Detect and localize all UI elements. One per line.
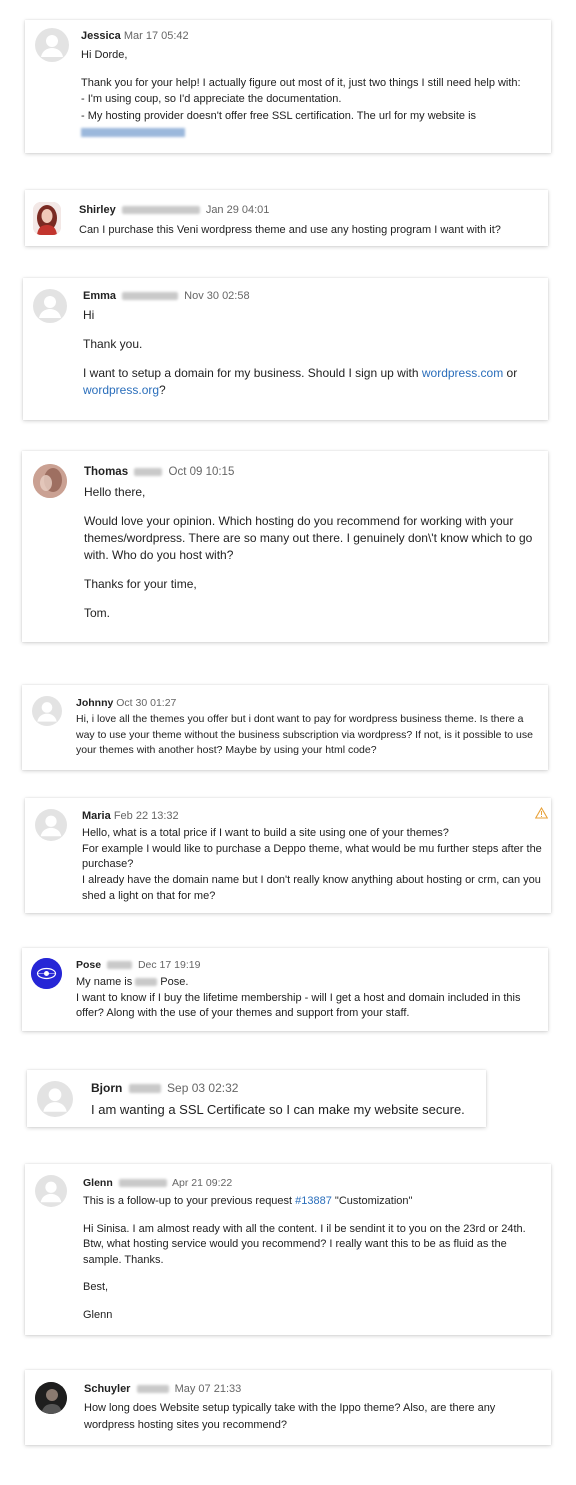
avatar [31,958,62,989]
sender-name: Bjorn [91,1081,123,1095]
message-body: Can I purchase this Veni wordpress theme… [79,224,501,236]
message-card-maria: Maria Feb 22 13:32 Hello, what is a tota… [25,798,551,913]
redacted-name [135,978,158,987]
wordpress-org-link[interactable]: wordpress.org [83,383,159,397]
request-link[interactable]: #13887 [295,1195,332,1207]
redacted-surname [136,1385,169,1394]
sender-name: Glenn [83,1177,113,1189]
message-body: Hi, i love all the themes you offer but … [76,713,533,756]
message-date: Sep 03 02:32 [167,1081,239,1095]
message-card-jessica: Jessica Mar 17 05:42 Hi Dorde, Thank you… [25,20,551,153]
person-icon [33,289,67,323]
message-body: Hello there, Would love your opinion. Wh… [84,485,533,620]
redacted-surname [122,292,179,301]
message-header: Thomas Oct 09 10:15 [84,466,234,478]
sender-name: Schuyler [84,1383,131,1395]
message-header: Jessica Mar 17 05:42 [81,30,189,42]
person-icon [35,809,67,841]
message-body: My name is Pose. I want to know if I buy … [76,976,521,1019]
redacted-surname [134,467,163,476]
warning-triangle-icon[interactable] [535,807,548,819]
wordpress-com-link[interactable]: wordpress.com [422,366,503,380]
sender-name: Johnny [76,697,114,709]
avatar [33,202,61,235]
person-icon [37,1081,73,1117]
redacted-surname [118,1179,167,1188]
message-header: Bjorn Sep 03 02:32 [91,1081,238,1095]
avatar [33,464,67,498]
sender-name: Jessica [81,30,121,42]
message-header: Schuyler May 07 21:33 [84,1383,241,1395]
message-card-thomas: Thomas Oct 09 10:15 Hello there, Would l… [22,451,548,642]
person-icon [35,28,69,62]
person-icon [32,696,62,726]
message-card-pose: Pose Dec 17 19:19 My name is Pose. I want… [22,948,548,1031]
message-body: I am wanting a SSL Certificate so I can … [91,1102,465,1117]
message-date: Jan 29 04:01 [205,204,270,216]
sender-name: Pose [76,959,102,971]
message-header: Shirley Jan 29 04:01 [79,204,269,216]
message-card-johnny: Johnny Oct 30 01:27 Hi, i love all the t… [22,685,548,770]
message-body: How long does Website setup typically ta… [84,1402,496,1431]
message-header: Johnny Oct 30 01:27 [76,697,176,709]
message-date: Feb 22 13:32 [113,810,179,822]
message-header: Pose Dec 17 19:19 [76,959,200,971]
sender-name: Thomas [84,466,129,478]
message-header: Maria Feb 22 13:32 [82,810,179,822]
message-date: Mar 17 05:42 [123,30,189,42]
message-date: May 07 21:33 [174,1383,242,1395]
sender-name: Maria [82,810,111,822]
message-date: Oct 09 10:15 [168,466,235,478]
redacted-url-link[interactable] [81,127,185,137]
message-body: Hello, what is a total price if I want t… [82,827,542,902]
message-header: Glenn Apr 21 09:22 [83,1177,232,1189]
message-date: Dec 17 19:19 [137,959,201,971]
sender-name: Emma [83,290,117,302]
message-card-glenn: Glenn Apr 21 09:22 This is a follow-up t… [25,1164,551,1335]
message-card-emma: Emma Nov 30 02:58 Hi Thank you. I want t… [23,278,548,420]
message-card-shirley: Shirley Jan 29 04:01 Can I purchase this… [25,190,548,246]
message-date: Apr 21 09:22 [172,1177,233,1189]
person-icon [35,1175,67,1207]
message-card-schuyler: Schuyler May 07 21:33 How long does Webs… [25,1370,551,1445]
message-body: Hi Dorde, Thank you for your help! I act… [81,47,543,141]
message-card-bjorn: Bjorn Sep 03 02:32 I am wanting a SSL Ce… [27,1070,486,1127]
message-header: Emma Nov 30 02:58 [83,290,250,302]
message-body: This is a follow-up to your previous req… [83,1195,526,1321]
message-body: Hi Thank you. I want to setup a domain f… [83,308,518,397]
message-date: Nov 30 02:58 [184,290,250,302]
redacted-surname [121,206,200,215]
sender-name: Shirley [79,204,116,216]
redacted-surname [107,961,133,970]
redacted-surname [128,1084,161,1094]
message-date: Oct 30 01:27 [116,697,177,709]
avatar [35,1382,67,1414]
